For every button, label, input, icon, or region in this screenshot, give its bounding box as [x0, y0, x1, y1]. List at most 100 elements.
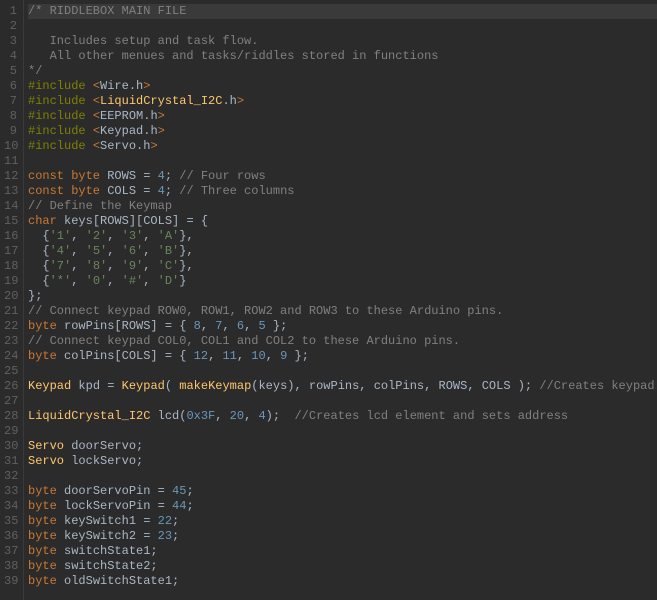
code-line[interactable]: byte lockServoPin = 44; [28, 499, 657, 514]
token: Keypad [122, 379, 165, 393]
code-line[interactable]: byte rowPins[ROWS] = { 8, 7, 6, 5 }; [28, 319, 657, 334]
token: Servo [28, 439, 64, 453]
token: = [107, 379, 121, 393]
token: { [28, 229, 50, 243]
token: oldSwitchState1; [57, 574, 179, 588]
token: > [158, 109, 165, 123]
code-line[interactable]: }; [28, 289, 657, 304]
token: { [28, 274, 50, 288]
code-line[interactable]: // Define the Keymap [28, 199, 657, 214]
token: byte [28, 499, 57, 513]
token: '6' [122, 244, 144, 258]
token: , [208, 349, 222, 363]
code-line[interactable] [28, 469, 657, 484]
code-line[interactable] [28, 424, 657, 439]
line-number: 8 [4, 109, 17, 124]
token: byte [28, 319, 57, 333]
token: const byte [28, 184, 100, 198]
code-line[interactable]: // Connect keypad ROW0, ROW1, ROW2 and R… [28, 304, 657, 319]
code-line[interactable]: byte keySwitch2 = 23; [28, 529, 657, 544]
token: const byte [28, 169, 100, 183]
token: '8' [86, 259, 108, 273]
token: { [28, 244, 50, 258]
token: 44 [172, 499, 186, 513]
token: LiquidCrystal_I2C [100, 94, 222, 108]
token: byte [28, 514, 57, 528]
line-number: 14 [4, 199, 17, 214]
token: '2' [86, 229, 108, 243]
code-line[interactable]: byte keySwitch1 = 22; [28, 514, 657, 529]
code-line[interactable]: byte doorServoPin = 45; [28, 484, 657, 499]
code-line[interactable]: const byte ROWS = 4; // Four rows [28, 169, 657, 184]
line-number: 32 [4, 469, 17, 484]
token: keySwitch1 [57, 514, 143, 528]
token: , [107, 229, 121, 243]
code-line[interactable]: byte oldSwitchState1; [28, 574, 657, 589]
token: 22 [158, 514, 172, 528]
code-line[interactable]: // Connect keypad COL0, COL1 and COL2 to… [28, 334, 657, 349]
line-number: 16 [4, 229, 17, 244]
token: doorServo; [64, 439, 143, 453]
token: byte [28, 484, 57, 498]
code-line[interactable] [28, 394, 657, 409]
code-line[interactable]: #include <Wire.h> [28, 79, 657, 94]
code-line[interactable]: All other menues and tasks/riddles store… [28, 49, 657, 64]
token: // Connect keypad COL0, COL1 and COL2 to… [28, 334, 460, 348]
code-line[interactable]: {'4', '5', '6', 'B'}, [28, 244, 657, 259]
line-number: 39 [4, 574, 17, 589]
code-line[interactable]: LiquidCrystal_I2C lcd(0x3F, 20, 4); //Cr… [28, 409, 657, 424]
token: , [107, 244, 121, 258]
token: , [71, 229, 85, 243]
line-number: 21 [4, 304, 17, 319]
code-line[interactable]: byte colPins[COLS] = { 12, 11, 10, 9 }; [28, 349, 657, 364]
line-number: 29 [4, 424, 17, 439]
code-line[interactable]: Servo doorServo; [28, 439, 657, 454]
code-line[interactable]: {'*', '0', '#', 'D'} [28, 274, 657, 289]
token: // Four rows [179, 169, 265, 183]
token: > [237, 94, 244, 108]
code-area[interactable]: /* RIDDLEBOX MAIN FILE Includes setup an… [24, 0, 657, 600]
code-line[interactable]: {'1', '2', '3', 'A'}, [28, 229, 657, 244]
token: 45 [172, 484, 186, 498]
token: > [143, 79, 150, 93]
token: Keypad [28, 379, 71, 393]
token: colPins[COLS] [57, 349, 165, 363]
token: 0x3F [186, 409, 215, 423]
code-line[interactable]: Keypad kpd = Keypad( makeKeymap(keys), r… [28, 379, 657, 394]
line-number: 38 [4, 559, 17, 574]
code-line[interactable]: const byte COLS = 4; // Three columns [28, 184, 657, 199]
token: < [93, 109, 100, 123]
code-line[interactable]: #include <Servo.h> [28, 139, 657, 154]
token: h [230, 94, 237, 108]
line-number: 23 [4, 334, 17, 349]
token: 4 [258, 409, 265, 423]
code-line[interactable]: Servo lockServo; [28, 454, 657, 469]
code-line[interactable] [28, 154, 657, 169]
code-line[interactable] [28, 19, 657, 34]
code-line[interactable]: #include <LiquidCrystal_I2C.h> [28, 94, 657, 109]
code-line[interactable]: byte switchState2; [28, 559, 657, 574]
line-number: 30 [4, 439, 17, 454]
code-editor[interactable]: 1234567891011121314151617181920212223242… [0, 0, 657, 600]
line-number: 10 [4, 139, 17, 154]
code-line[interactable]: */ [28, 64, 657, 79]
code-line[interactable]: Includes setup and task flow. [28, 34, 657, 49]
line-number: 19 [4, 274, 17, 289]
code-line[interactable] [28, 364, 657, 379]
token: ; [165, 169, 179, 183]
code-line[interactable]: #include <Keypad.h> [28, 124, 657, 139]
code-line[interactable]: char keys[ROWS][COLS] = { [28, 214, 657, 229]
code-line[interactable]: {'7', '8', '9', 'C'}, [28, 259, 657, 274]
code-line[interactable]: /* RIDDLEBOX MAIN FILE [28, 4, 657, 19]
token: 4 [158, 169, 165, 183]
line-number: 12 [4, 169, 17, 184]
token: keySwitch2 [57, 529, 143, 543]
code-line[interactable]: #include <EEPROM.h> [28, 109, 657, 124]
token: //Creates keypad element [539, 379, 657, 393]
token: #include [28, 109, 93, 123]
token: 5 [258, 319, 265, 333]
token: ; [186, 484, 193, 498]
code-line[interactable]: byte switchState1; [28, 544, 657, 559]
line-number: 20 [4, 289, 17, 304]
token: lockServoPin [57, 499, 158, 513]
